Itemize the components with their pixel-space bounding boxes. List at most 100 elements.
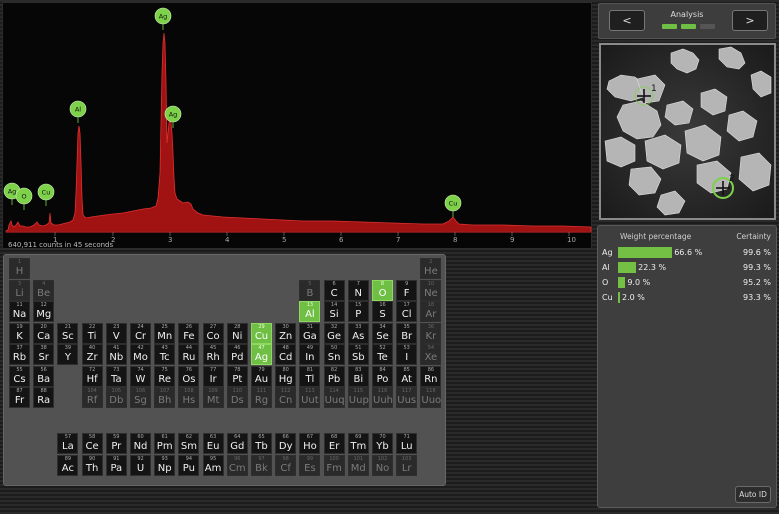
element-li[interactable]: 3 Li	[9, 279, 30, 301]
sem-micrograph[interactable]: 1 2	[599, 43, 776, 220]
element-au[interactable]: 79 Au	[251, 365, 272, 387]
element-am[interactable]: 95 Am	[202, 454, 224, 476]
element-md[interactable]: 101 Md	[347, 454, 369, 476]
element-rg[interactable]: 111 Rg	[251, 387, 272, 408]
element-cr[interactable]: 24 Cr	[130, 322, 151, 344]
element-sg[interactable]: 106 Sg	[130, 387, 151, 408]
element-ce[interactable]: 58 Ce	[81, 433, 103, 454]
element-sb[interactable]: 51 Sb	[347, 344, 369, 365]
element-eu[interactable]: 63 Eu	[202, 433, 224, 454]
element-na[interactable]: 11 Na	[9, 301, 30, 322]
element-os[interactable]: 76 Os	[178, 365, 200, 387]
element-cd[interactable]: 48 Cd	[275, 344, 297, 365]
element-cs[interactable]: 55 Cs	[9, 365, 30, 387]
element-tc[interactable]: 43 Tc	[154, 344, 176, 365]
result-row[interactable]: Ag 66.6 % 99.6 %	[598, 246, 776, 260]
element-hf[interactable]: 72 Hf	[81, 365, 103, 387]
element-yb[interactable]: 70 Yb	[372, 433, 393, 454]
element-uuh[interactable]: 116 Uuh	[372, 387, 393, 408]
element-np[interactable]: 93 Np	[154, 454, 176, 476]
peak-label[interactable]: Ag	[154, 7, 172, 30]
element-uuo[interactable]: 118 Uuo	[420, 387, 442, 408]
element-mo[interactable]: 42 Mo	[130, 344, 151, 365]
element-k[interactable]: 19 K	[9, 322, 30, 344]
element-pm[interactable]: 61 Pm	[154, 433, 176, 454]
element-sm[interactable]: 62 Sm	[178, 433, 200, 454]
element-ga[interactable]: 31 Ga	[299, 322, 321, 344]
element-i[interactable]: 53 I	[396, 344, 418, 365]
element-uus[interactable]: 117 Uus	[396, 387, 418, 408]
element-fr[interactable]: 87 Fr	[9, 387, 30, 408]
element-nd[interactable]: 60 Nd	[130, 433, 151, 454]
element-te[interactable]: 52 Te	[372, 344, 393, 365]
element-pt[interactable]: 78 Pt	[226, 365, 248, 387]
element-rn[interactable]: 86 Rn	[420, 365, 442, 387]
element-po[interactable]: 84 Po	[372, 365, 393, 387]
element-zr[interactable]: 40 Zr	[81, 344, 103, 365]
element-uut[interactable]: 113 Uut	[299, 387, 321, 408]
element-ru[interactable]: 44 Ru	[178, 344, 200, 365]
element-bi[interactable]: 83 Bi	[347, 365, 369, 387]
element-ta[interactable]: 73 Ta	[105, 365, 127, 387]
element-ho[interactable]: 67 Ho	[299, 433, 321, 454]
element-at[interactable]: 85 At	[396, 365, 418, 387]
element-hg[interactable]: 80 Hg	[275, 365, 297, 387]
element-cm[interactable]: 96 Cm	[226, 454, 248, 476]
element-si[interactable]: 14 Si	[323, 301, 345, 322]
element-pd[interactable]: 46 Pd	[226, 344, 248, 365]
element-fm[interactable]: 100 Fm	[323, 454, 345, 476]
element-s[interactable]: 16 S	[372, 301, 393, 322]
result-row[interactable]: Cu 2.0 % 93.3 %	[598, 291, 776, 305]
element-gd[interactable]: 64 Gd	[226, 433, 248, 454]
auto-id-button[interactable]: Auto ID	[735, 486, 771, 503]
element-cl[interactable]: 17 Cl	[396, 301, 418, 322]
element-ge[interactable]: 32 Ge	[323, 322, 345, 344]
element-lu[interactable]: 71 Lu	[396, 433, 418, 454]
element-ds[interactable]: 110 Ds	[226, 387, 248, 408]
element-sn[interactable]: 50 Sn	[323, 344, 345, 365]
element-se[interactable]: 34 Se	[372, 322, 393, 344]
element-o[interactable]: 8O	[372, 279, 393, 301]
element-kr[interactable]: 36 Kr	[420, 322, 442, 344]
element-mn[interactable]: 25 Mn	[154, 322, 176, 344]
element-fe[interactable]: 26 Fe	[178, 322, 200, 344]
element-cf[interactable]: 98 Cf	[275, 454, 297, 476]
element-db[interactable]: 105 Db	[105, 387, 127, 408]
element-th[interactable]: 90 Th	[81, 454, 103, 476]
element-er[interactable]: 68 Er	[323, 433, 345, 454]
element-br[interactable]: 35 Br	[396, 322, 418, 344]
element-tl[interactable]: 81 Tl	[299, 365, 321, 387]
element-in[interactable]: 49 In	[299, 344, 321, 365]
element-no[interactable]: 102 No	[372, 454, 393, 476]
peak-label[interactable]: Al	[69, 100, 87, 123]
element-es[interactable]: 99 Es	[299, 454, 321, 476]
element-n[interactable]: 7N	[347, 279, 369, 301]
element-u[interactable]: 92 U	[130, 454, 151, 476]
element-pa[interactable]: 91 Pa	[105, 454, 127, 476]
element-c[interactable]: 6C	[323, 279, 345, 301]
element-co[interactable]: 27 Co	[202, 322, 224, 344]
element-re[interactable]: 75 Re	[154, 365, 176, 387]
element-bk[interactable]: 97 Bk	[251, 454, 272, 476]
element-ti[interactable]: 22 Ti	[81, 322, 103, 344]
element-ca[interactable]: 20 Ca	[33, 322, 55, 344]
element-as[interactable]: 33 As	[347, 322, 369, 344]
element-hs[interactable]: 108 Hs	[178, 387, 200, 408]
element-cu[interactable]: 29 Cu	[251, 322, 272, 344]
element-b[interactable]: 5B	[299, 279, 321, 301]
element-sc[interactable]: 21 Sc	[57, 322, 79, 344]
element-pu[interactable]: 94 Pu	[178, 454, 200, 476]
element-dy[interactable]: 66 Dy	[275, 433, 297, 454]
element-ar[interactable]: 18 Ar	[420, 301, 442, 322]
element-p[interactable]: 15 P	[347, 301, 369, 322]
element-ne[interactable]: 10 Ne	[420, 279, 442, 301]
element-tb[interactable]: 65 Tb	[251, 433, 272, 454]
element-h[interactable]: 1H	[9, 258, 30, 279]
element-uuq[interactable]: 114 Uuq	[323, 387, 345, 408]
element-w[interactable]: 74 W	[130, 365, 151, 387]
element-rf[interactable]: 104 Rf	[81, 387, 103, 408]
element-lr[interactable]: 103 Lr	[396, 454, 418, 476]
element-ac[interactable]: 89 Ac	[57, 454, 79, 476]
spectrum-panel[interactable]: 1 2 3 4 5 6 7 8 9 10 Ag Al Ag Cu Ag O Cu 640,911 counts…	[2, 2, 592, 249]
element-pb[interactable]: 82 Pb	[323, 365, 345, 387]
